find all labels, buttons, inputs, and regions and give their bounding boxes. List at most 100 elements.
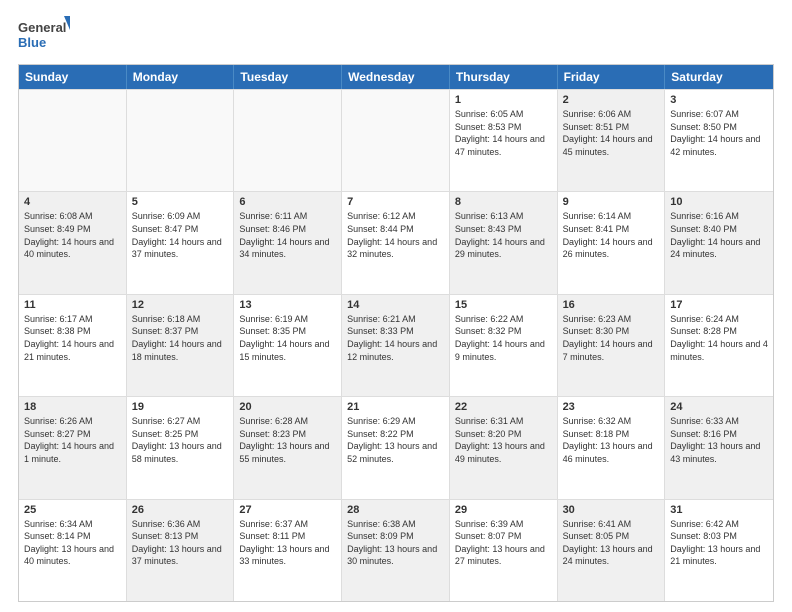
day-number: 19 (132, 401, 229, 413)
day-number: 25 (24, 504, 121, 516)
day-info: Sunrise: 6:41 AM Sunset: 8:05 PM Dayligh… (563, 518, 660, 568)
day-info: Sunrise: 6:13 AM Sunset: 8:43 PM Dayligh… (455, 210, 552, 260)
day-cell-24: 24 Sunrise: 6:33 AM Sunset: 8:16 PM Dayli… (665, 397, 773, 498)
day-number: 4 (24, 196, 121, 208)
day-cell-30: 30 Sunrise: 6:41 AM Sunset: 8:05 PM Dayli… (558, 500, 666, 601)
day-number: 30 (563, 504, 660, 516)
header-day-wednesday: Wednesday (342, 65, 450, 89)
day-number: 8 (455, 196, 552, 208)
day-number: 9 (563, 196, 660, 208)
day-cell-8: 8 Sunrise: 6:13 AM Sunset: 8:43 PM Daylig… (450, 192, 558, 293)
day-info: Sunrise: 6:06 AM Sunset: 8:51 PM Dayligh… (563, 108, 660, 158)
day-info: Sunrise: 6:29 AM Sunset: 8:22 PM Dayligh… (347, 415, 444, 465)
day-number: 29 (455, 504, 552, 516)
day-number: 15 (455, 299, 552, 311)
day-cell-17: 17Sunrise: 6:24 AM Sunset: 8:28 PM Dayli… (665, 295, 773, 396)
calendar-week-3: 11 Sunrise: 6:17 AM Sunset: 8:38 PM Dayli… (19, 294, 773, 396)
day-info: Sunrise: 6:26 AM Sunset: 8:27 PM Dayligh… (24, 415, 121, 465)
day-cell-14: 14Sunrise: 6:21 AM Sunset: 8:33 PM Dayli… (342, 295, 450, 396)
day-info: Sunrise: 6:08 AM Sunset: 8:49 PM Dayligh… (24, 210, 121, 260)
day-number: 5 (132, 196, 229, 208)
svg-text:Blue: Blue (18, 35, 46, 50)
day-info: Sunrise: 6:27 AM Sunset: 8:25 PM Dayligh… (132, 415, 229, 465)
day-number: 7 (347, 196, 444, 208)
day-cell-22: 22 Sunrise: 6:31 AM Sunset: 8:20 PM Dayli… (450, 397, 558, 498)
day-info: Sunrise: 6:22 AM Sunset: 8:32 PM Dayligh… (455, 313, 552, 363)
day-cell-16: 16Sunrise: 6:23 AM Sunset: 8:30 PM Dayli… (558, 295, 666, 396)
page-header: General Blue (18, 16, 774, 56)
day-number: 6 (239, 196, 336, 208)
day-number: 21 (347, 401, 444, 413)
svg-text:General: General (18, 20, 66, 35)
day-number: 27 (239, 504, 336, 516)
day-info: Sunrise: 6:38 AM Sunset: 8:09 PM Dayligh… (347, 518, 444, 568)
day-number: 26 (132, 504, 229, 516)
day-cell-9: 9 Sunrise: 6:14 AM Sunset: 8:41 PM Daylig… (558, 192, 666, 293)
day-info: Sunrise: 6:28 AM Sunset: 8:23 PM Dayligh… (239, 415, 336, 465)
day-cell-3: 3 Sunrise: 6:07 AM Sunset: 8:50 PM Daylig… (665, 90, 773, 191)
day-info: Sunrise: 6:37 AM Sunset: 8:11 PM Dayligh… (239, 518, 336, 568)
day-info: Sunrise: 6:19 AM Sunset: 8:35 PM Dayligh… (239, 313, 336, 363)
calendar-body: 1Sunrise: 6:05 AM Sunset: 8:53 PM Daylig… (19, 89, 773, 601)
day-info: Sunrise: 6:07 AM Sunset: 8:50 PM Dayligh… (670, 108, 768, 158)
day-info: Sunrise: 6:34 AM Sunset: 8:14 PM Dayligh… (24, 518, 121, 568)
header-day-sunday: Sunday (19, 65, 127, 89)
day-number: 18 (24, 401, 121, 413)
day-info: Sunrise: 6:12 AM Sunset: 8:44 PM Dayligh… (347, 210, 444, 260)
header-day-tuesday: Tuesday (234, 65, 342, 89)
day-number: 24 (670, 401, 768, 413)
calendar-page: General Blue SundayMondayTuesdayWednesda… (0, 0, 792, 612)
day-cell-12: 12Sunrise: 6:18 AM Sunset: 8:37 PM Dayli… (127, 295, 235, 396)
day-cell-23: 23 Sunrise: 6:32 AM Sunset: 8:18 PM Dayli… (558, 397, 666, 498)
day-cell-1: 1Sunrise: 6:05 AM Sunset: 8:53 PM Daylig… (450, 90, 558, 191)
header-day-saturday: Saturday (665, 65, 773, 89)
day-cell-5: 5 Sunrise: 6:09 AM Sunset: 8:47 PM Daylig… (127, 192, 235, 293)
day-number: 2 (563, 94, 660, 106)
day-info: Sunrise: 6:31 AM Sunset: 8:20 PM Dayligh… (455, 415, 552, 465)
empty-cell (19, 90, 127, 191)
day-cell-18: 18 Sunrise: 6:26 AM Sunset: 8:27 PM Dayli… (19, 397, 127, 498)
day-number: 10 (670, 196, 768, 208)
day-cell-27: 27 Sunrise: 6:37 AM Sunset: 8:11 PM Dayli… (234, 500, 342, 601)
day-info: Sunrise: 6:11 AM Sunset: 8:46 PM Dayligh… (239, 210, 336, 260)
day-cell-7: 7 Sunrise: 6:12 AM Sunset: 8:44 PM Daylig… (342, 192, 450, 293)
day-cell-13: 13 Sunrise: 6:19 AM Sunset: 8:35 PM Dayli… (234, 295, 342, 396)
day-cell-21: 21 Sunrise: 6:29 AM Sunset: 8:22 PM Dayli… (342, 397, 450, 498)
day-info: Sunrise: 6:09 AM Sunset: 8:47 PM Dayligh… (132, 210, 229, 260)
header-day-thursday: Thursday (450, 65, 558, 89)
day-info: Sunrise: 6:24 AM Sunset: 8:28 PM Dayligh… (670, 313, 768, 363)
day-number: 23 (563, 401, 660, 413)
day-cell-10: 10 Sunrise: 6:16 AM Sunset: 8:40 PM Dayli… (665, 192, 773, 293)
day-cell-20: 20 Sunrise: 6:28 AM Sunset: 8:23 PM Dayli… (234, 397, 342, 498)
day-cell-28: 28Sunrise: 6:38 AM Sunset: 8:09 PM Dayli… (342, 500, 450, 601)
day-cell-2: 2 Sunrise: 6:06 AM Sunset: 8:51 PM Daylig… (558, 90, 666, 191)
calendar-week-2: 4 Sunrise: 6:08 AM Sunset: 8:49 PM Daylig… (19, 191, 773, 293)
day-cell-31: 31Sunrise: 6:42 AM Sunset: 8:03 PM Dayli… (665, 500, 773, 601)
calendar-header: SundayMondayTuesdayWednesdayThursdayFrid… (19, 65, 773, 89)
logo: General Blue (18, 16, 70, 56)
day-info: Sunrise: 6:32 AM Sunset: 8:18 PM Dayligh… (563, 415, 660, 465)
empty-cell (234, 90, 342, 191)
day-cell-6: 6 Sunrise: 6:11 AM Sunset: 8:46 PM Daylig… (234, 192, 342, 293)
day-number: 13 (239, 299, 336, 311)
day-number: 22 (455, 401, 552, 413)
day-number: 11 (24, 299, 121, 311)
day-number: 1 (455, 94, 552, 106)
day-info: Sunrise: 6:14 AM Sunset: 8:41 PM Dayligh… (563, 210, 660, 260)
day-cell-29: 29Sunrise: 6:39 AM Sunset: 8:07 PM Dayli… (450, 500, 558, 601)
header-day-monday: Monday (127, 65, 235, 89)
day-info: Sunrise: 6:17 AM Sunset: 8:38 PM Dayligh… (24, 313, 121, 363)
day-info: Sunrise: 6:33 AM Sunset: 8:16 PM Dayligh… (670, 415, 768, 465)
day-number: 20 (239, 401, 336, 413)
calendar-grid: SundayMondayTuesdayWednesdayThursdayFrid… (18, 64, 774, 602)
day-info: Sunrise: 6:16 AM Sunset: 8:40 PM Dayligh… (670, 210, 768, 260)
empty-cell (127, 90, 235, 191)
day-cell-25: 25 Sunrise: 6:34 AM Sunset: 8:14 PM Dayli… (19, 500, 127, 601)
day-number: 14 (347, 299, 444, 311)
logo-svg: General Blue (18, 16, 70, 56)
day-info: Sunrise: 6:36 AM Sunset: 8:13 PM Dayligh… (132, 518, 229, 568)
day-cell-4: 4 Sunrise: 6:08 AM Sunset: 8:49 PM Daylig… (19, 192, 127, 293)
day-cell-11: 11 Sunrise: 6:17 AM Sunset: 8:38 PM Dayli… (19, 295, 127, 396)
day-info: Sunrise: 6:23 AM Sunset: 8:30 PM Dayligh… (563, 313, 660, 363)
day-number: 3 (670, 94, 768, 106)
